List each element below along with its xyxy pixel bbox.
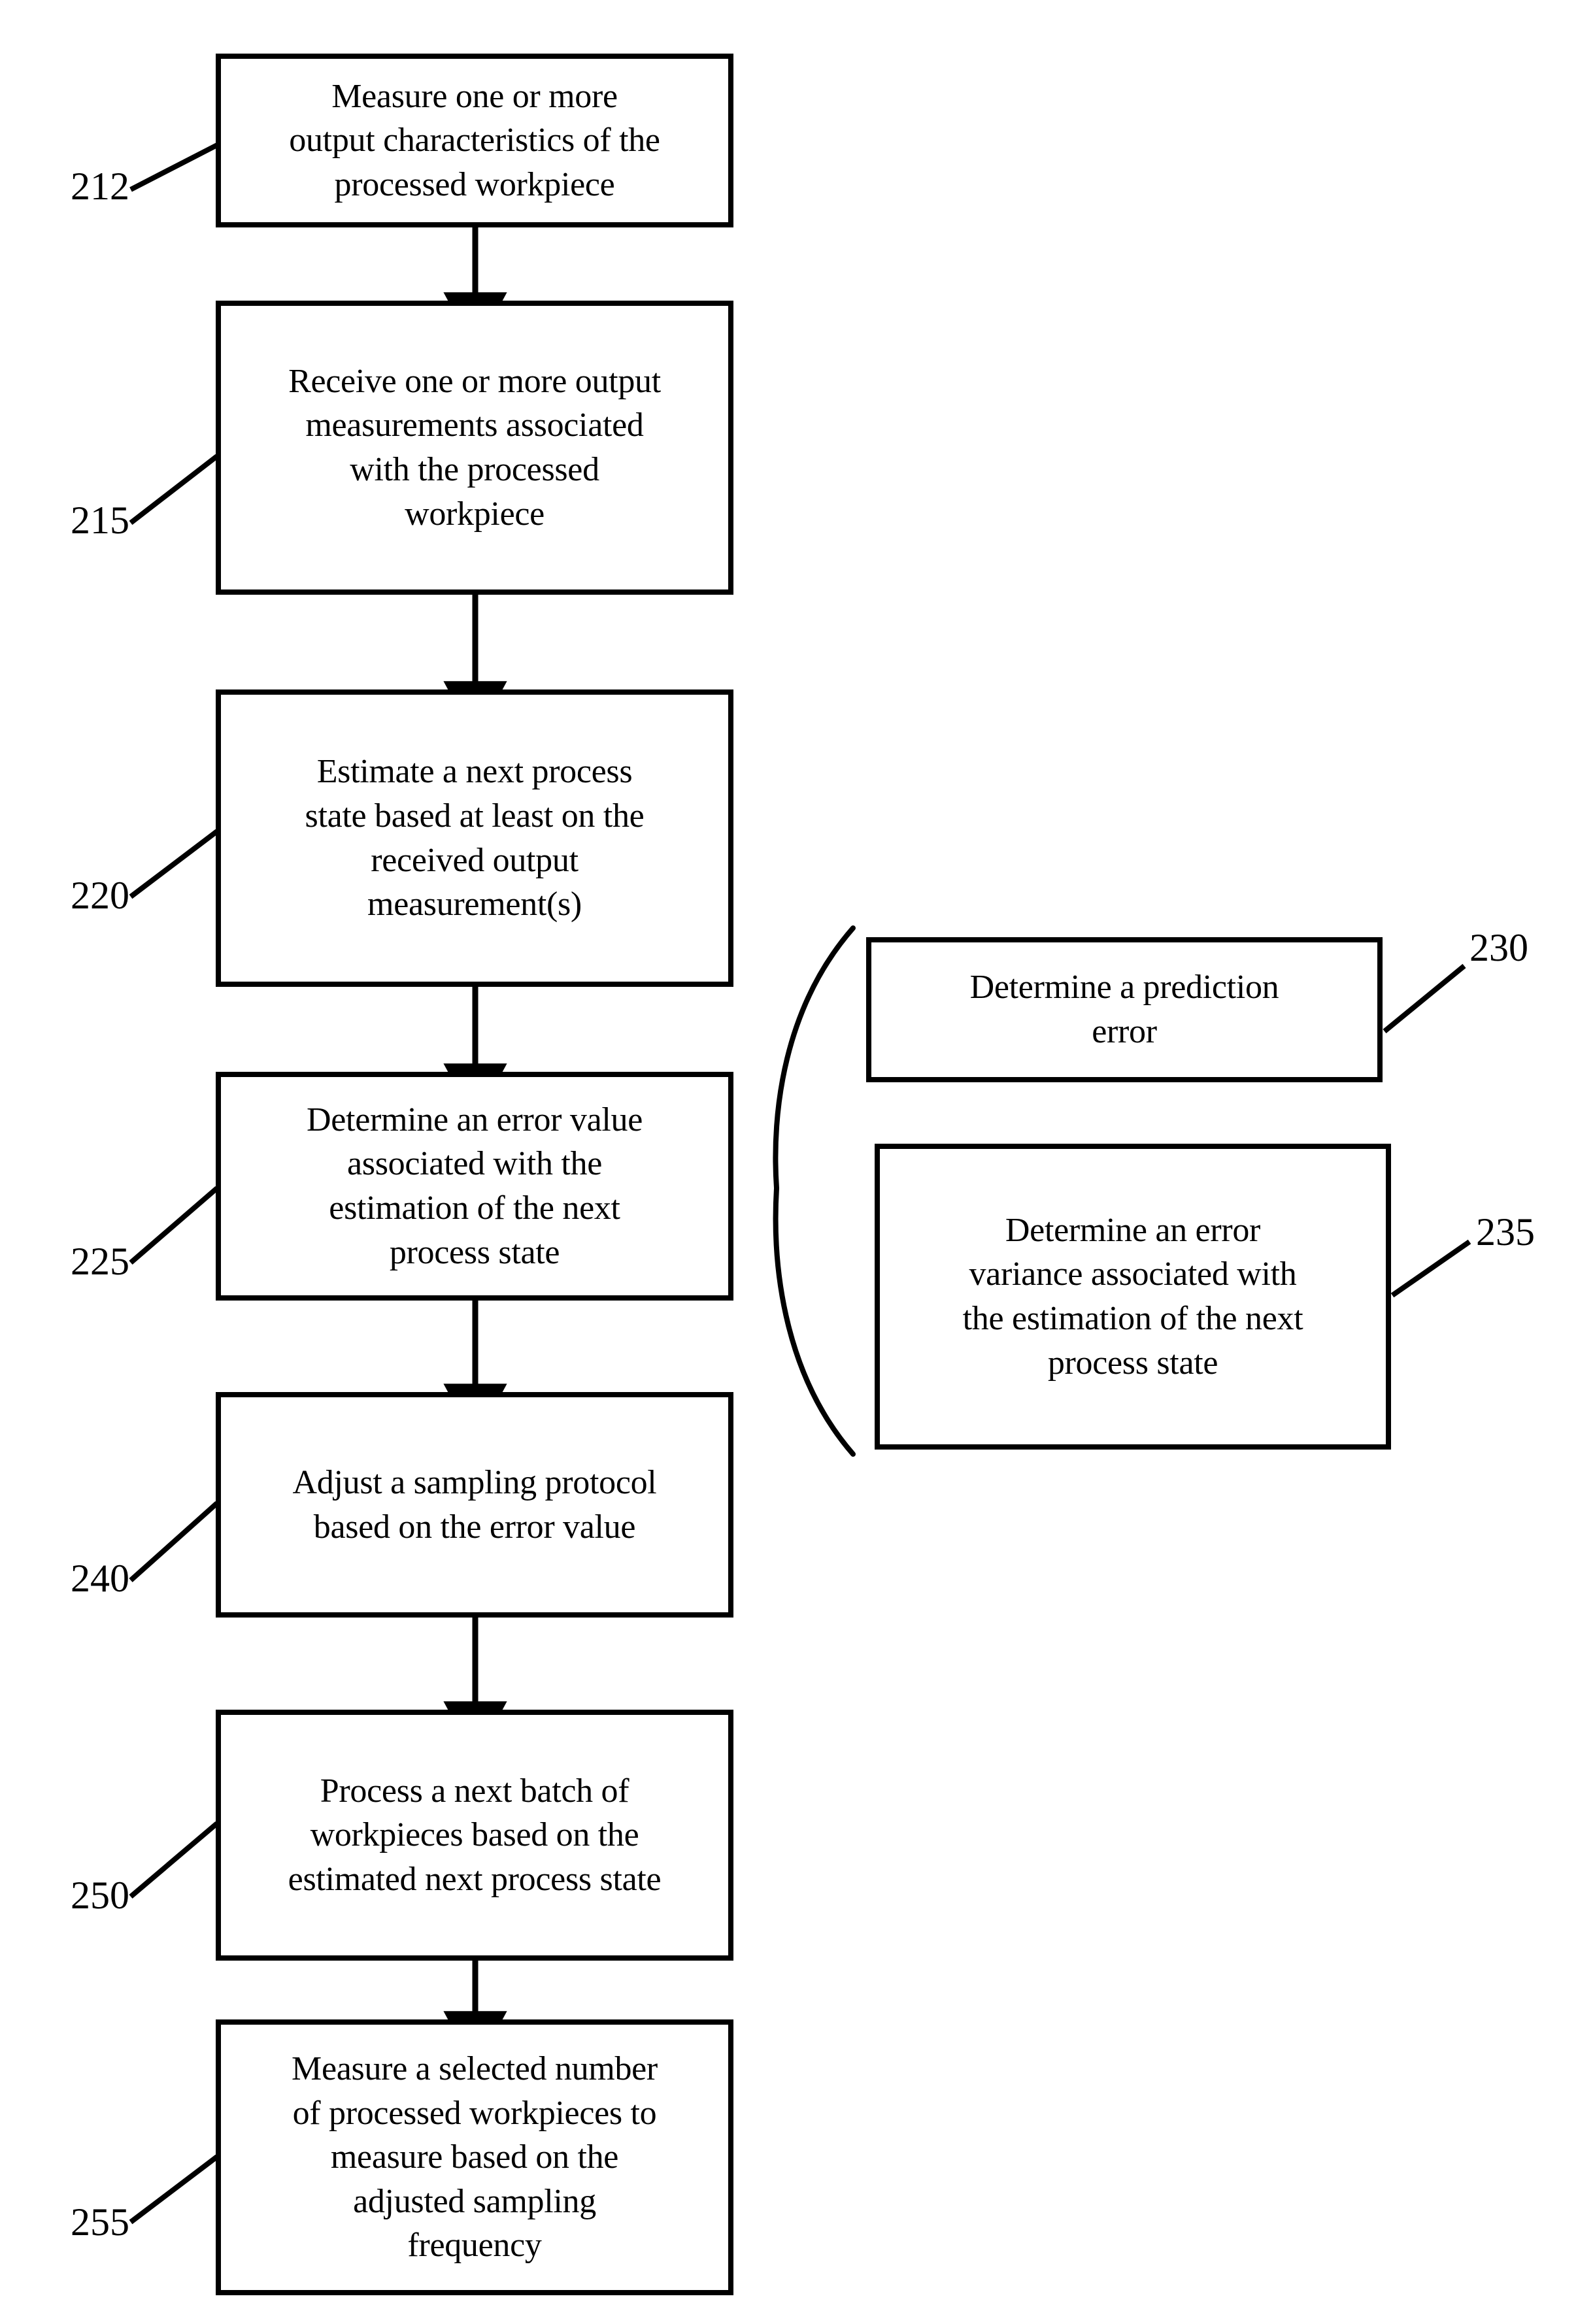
ref-number-225: 225 xyxy=(71,1240,129,1283)
flow-step-212[interactable]: Measure one or more output characteristi… xyxy=(216,54,733,227)
flow-step-255-label: Measure a selected number of processed w… xyxy=(292,2050,658,2265)
flow-step-235[interactable]: Determine an error variance associated w… xyxy=(875,1144,1391,1450)
leader-line-220 xyxy=(129,829,219,899)
leader-line-250 xyxy=(129,1821,219,1899)
grouping-brace xyxy=(773,925,856,1457)
ref-number-220: 220 xyxy=(71,874,129,917)
ref-number-240: 240 xyxy=(71,1557,129,1600)
ref-number-255: 255 xyxy=(71,2200,129,2244)
flow-step-250-label: Process a next batch of workpieces based… xyxy=(288,1772,662,1898)
flow-step-225-label: Determine an error value associated with… xyxy=(307,1101,643,1271)
flow-step-220[interactable]: Estimate a next process state based at l… xyxy=(216,689,733,987)
leader-line-255 xyxy=(129,2154,219,2225)
leader-line-215 xyxy=(129,454,219,525)
ref-number-215: 215 xyxy=(71,499,129,542)
flow-step-225[interactable]: Determine an error value associated with… xyxy=(216,1072,733,1301)
leader-line-240 xyxy=(129,1501,219,1582)
flow-step-250[interactable]: Process a next batch of workpieces based… xyxy=(216,1710,733,1961)
leader-line-235 xyxy=(1390,1239,1471,1298)
flowchart-canvas: Measure one or more output characteristi… xyxy=(0,0,1578,2324)
flow-step-255[interactable]: Measure a selected number of processed w… xyxy=(216,2019,733,2295)
flow-step-215[interactable]: Receive one or more output measurements … xyxy=(216,301,733,595)
leader-line-225 xyxy=(129,1186,219,1265)
ref-number-212: 212 xyxy=(71,165,129,208)
leader-line-230 xyxy=(1383,963,1466,1034)
flow-step-215-label: Receive one or more output measurements … xyxy=(288,362,661,533)
flow-step-230-label: Determine a prediction error xyxy=(969,969,1279,1050)
leader-line-212 xyxy=(129,142,218,192)
flow-step-235-label: Determine an error variance associated w… xyxy=(962,1211,1303,1382)
flow-step-230[interactable]: Determine a prediction error xyxy=(866,937,1383,1082)
flow-step-220-label: Estimate a next process state based at l… xyxy=(305,753,645,923)
ref-number-235: 235 xyxy=(1476,1210,1535,1253)
flow-step-240[interactable]: Adjust a sampling protocol based on the … xyxy=(216,1392,733,1618)
flow-step-212-label: Measure one or more output characteristi… xyxy=(289,77,660,203)
flow-step-240-label: Adjust a sampling protocol based on the … xyxy=(292,1463,657,1546)
ref-number-250: 250 xyxy=(71,1874,129,1917)
ref-number-230: 230 xyxy=(1469,926,1528,969)
